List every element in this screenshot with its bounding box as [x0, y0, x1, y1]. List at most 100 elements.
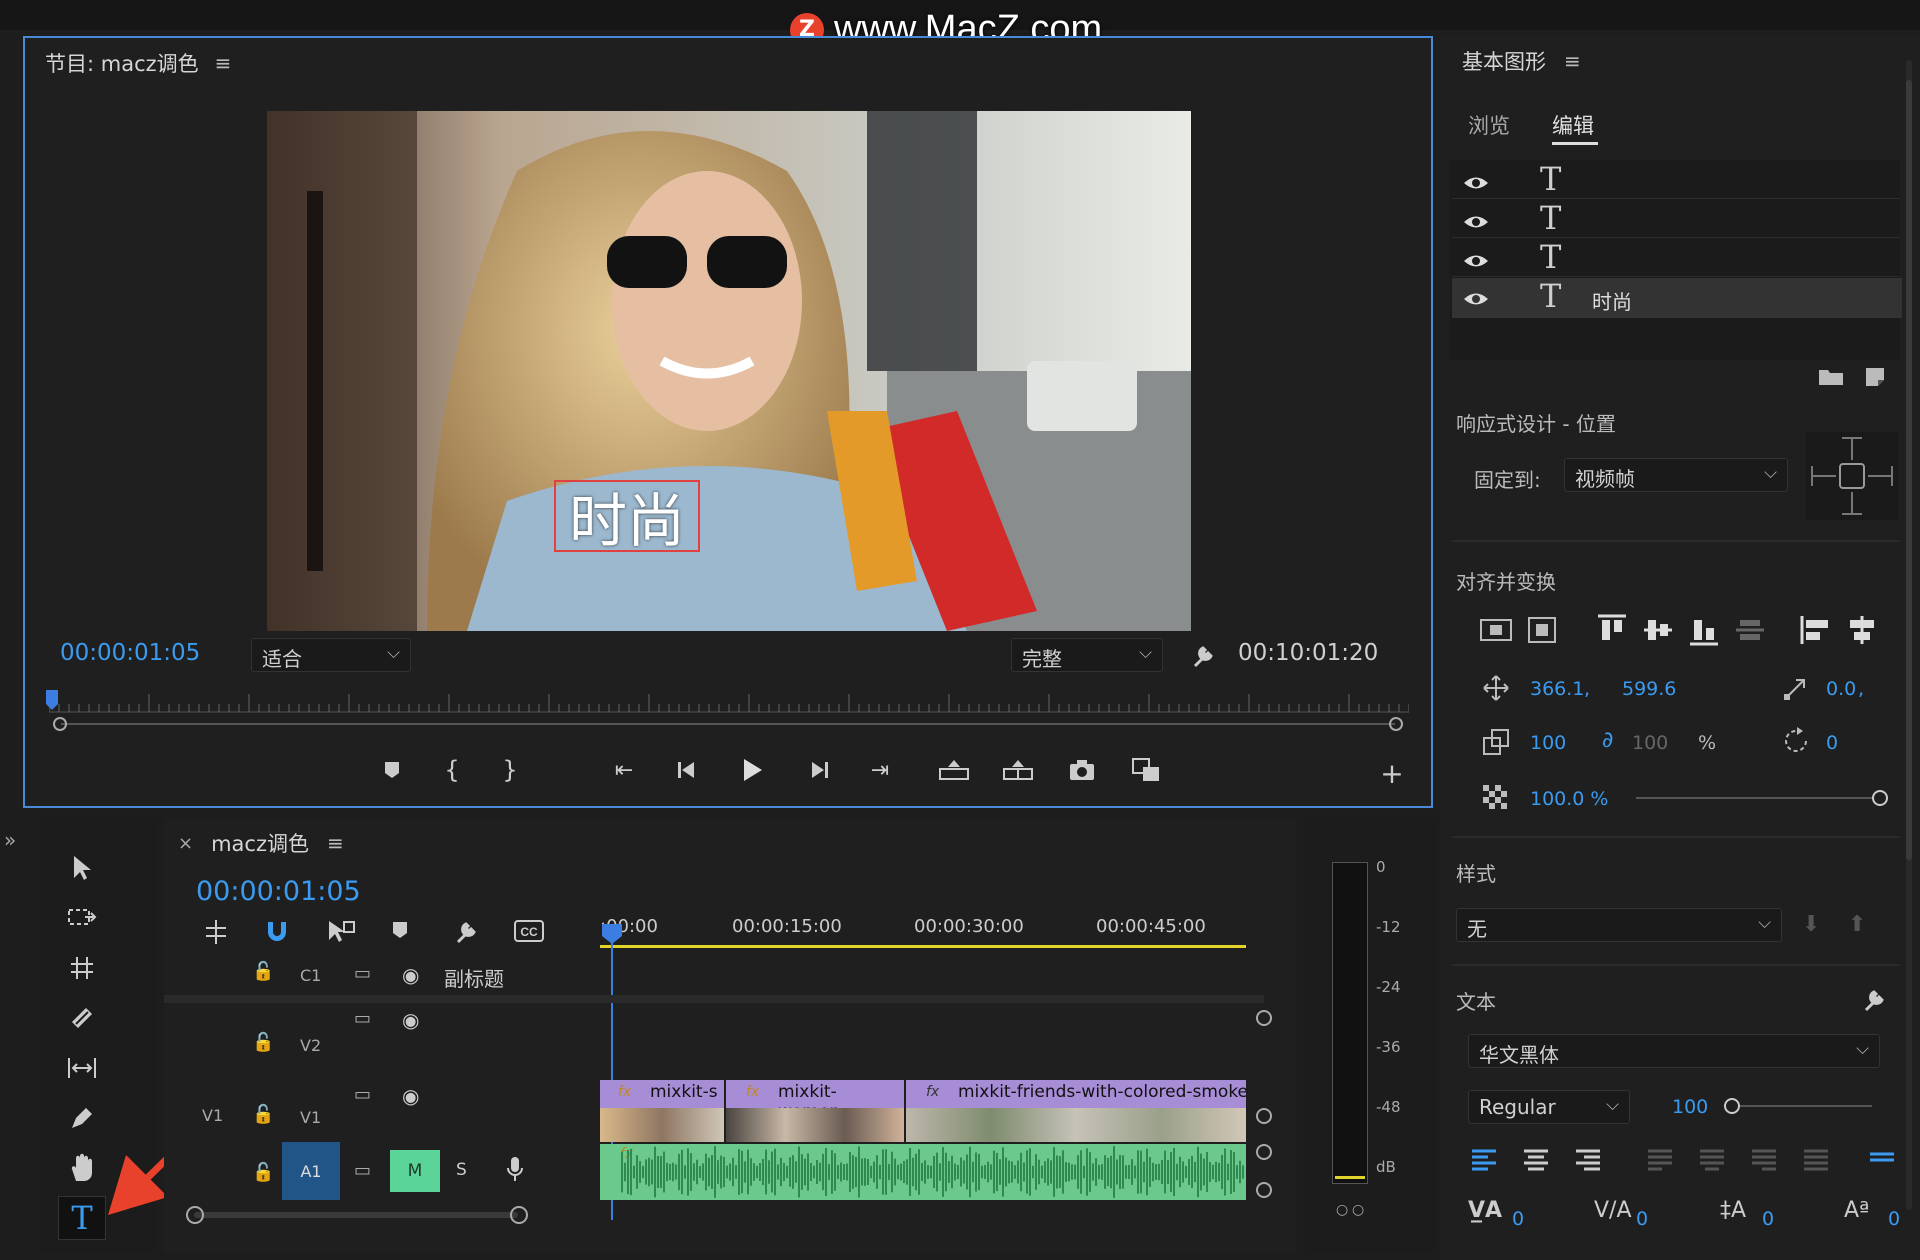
kerning-value[interactable]: 0: [1512, 1208, 1524, 1230]
microphone-icon[interactable]: [506, 1156, 524, 1182]
style-dropdown[interactable]: 无 ⌵: [1456, 908, 1782, 942]
align-bottom-icon[interactable]: [1686, 612, 1722, 648]
zoom-handle-right[interactable]: [1389, 717, 1403, 731]
position-x-value[interactable]: 366.1: [1530, 678, 1584, 700]
mark-in-icon[interactable]: {: [435, 753, 469, 787]
lock-icon[interactable]: 🔓: [252, 961, 274, 982]
program-current-timecode[interactable]: 00:00:01:05: [60, 640, 200, 666]
add-button-icon[interactable]: +: [1375, 756, 1409, 790]
text-settings-icon[interactable]: [1860, 986, 1888, 1014]
eye-icon[interactable]: [1462, 252, 1490, 270]
vertical-scroll-handle-a1-bottom[interactable]: [1256, 1182, 1272, 1198]
go-to-in-icon[interactable]: ⇤: [607, 753, 641, 787]
lift-icon[interactable]: [937, 753, 971, 787]
scroll-handle-right[interactable]: [510, 1206, 528, 1224]
align-horizontal-center-icon[interactable]: [1844, 612, 1880, 648]
video-clip[interactable]: fx mixkit-women-: [726, 1080, 904, 1142]
align-text-right-icon[interactable]: [1574, 1148, 1602, 1172]
vertical-scroll-handle-top[interactable]: [1256, 1010, 1272, 1026]
font-size-slider[interactable]: [1724, 1098, 1872, 1114]
justify-last-center-icon[interactable]: [1698, 1148, 1726, 1172]
linked-selection-icon[interactable]: [326, 918, 356, 946]
font-dropdown[interactable]: 华文黑体 ⌵: [1468, 1034, 1880, 1068]
eye-icon[interactable]: ◉: [402, 1008, 419, 1032]
close-icon[interactable]: ×: [178, 833, 193, 854]
opacity-slider[interactable]: [1636, 790, 1888, 806]
tracking-value[interactable]: 0: [1636, 1208, 1648, 1230]
justify-last-right-icon[interactable]: [1750, 1148, 1778, 1172]
play-icon[interactable]: [735, 753, 769, 787]
eye-icon[interactable]: [1462, 213, 1490, 231]
align-text-center-icon[interactable]: [1522, 1148, 1550, 1172]
lock-icon[interactable]: 🔓: [252, 1032, 274, 1053]
eg-scrollbar[interactable]: [1906, 60, 1912, 1210]
wrench-icon[interactable]: [1189, 642, 1217, 670]
video-clip[interactable]: fx mixkit-s: [600, 1080, 724, 1142]
timeline-settings-icon[interactable]: [452, 918, 480, 946]
scrub-ruler[interactable]: [49, 690, 1409, 714]
mark-out-icon[interactable]: }: [493, 753, 527, 787]
lock-icon[interactable]: 🔓: [252, 1162, 274, 1183]
rotation-value[interactable]: 0: [1826, 732, 1838, 754]
tab-browse[interactable]: 浏览: [1468, 110, 1510, 140]
eye-icon[interactable]: ◉: [402, 1084, 419, 1108]
link-scale-icon[interactable]: ∂: [1602, 728, 1613, 753]
voice-over-icon[interactable]: ▭: [354, 1160, 371, 1181]
horizontal-scrollbar[interactable]: [186, 1206, 1256, 1224]
mute-button[interactable]: M: [390, 1150, 440, 1192]
align-vertical-center-icon[interactable]: [1640, 612, 1676, 648]
vertical-scroll-handle-a1[interactable]: [1256, 1144, 1272, 1160]
leading-value[interactable]: 0: [1762, 1208, 1774, 1230]
timeline-panel[interactable]: × macz调色 ≡ 00:00:01:05 CC :00:00 00:00:1…: [164, 818, 1296, 1252]
scroll-thumb[interactable]: [194, 1212, 518, 1218]
opacity-slider-knob[interactable]: [1872, 790, 1888, 806]
work-area-bar[interactable]: [600, 945, 1246, 948]
sync-lock-icon[interactable]: ▭: [354, 1084, 371, 1105]
audio-clip[interactable]: fx: [600, 1144, 1246, 1200]
font-size-slider-knob[interactable]: [1724, 1098, 1740, 1114]
quality-dropdown[interactable]: 完整 ⌵: [1011, 638, 1163, 672]
add-marker-icon[interactable]: [375, 753, 409, 787]
solo-button[interactable]: S: [456, 1160, 467, 1180]
align-left-icon[interactable]: [1798, 612, 1834, 648]
align-to-video-icon[interactable]: [1524, 612, 1560, 648]
export-frame-icon[interactable]: [1065, 753, 1099, 787]
distribute-vertical-icon[interactable]: [1732, 612, 1768, 648]
sync-style-icon[interactable]: ⬆: [1848, 912, 1866, 937]
tab-edit[interactable]: 编辑: [1552, 110, 1594, 140]
go-to-out-icon[interactable]: ⇥: [863, 753, 897, 787]
eye-icon[interactable]: [1462, 290, 1490, 308]
justify-last-left-icon[interactable]: [1646, 1148, 1674, 1172]
step-back-icon[interactable]: [671, 753, 705, 787]
program-monitor-panel[interactable]: 节目: macz调色 ≡ 时尚 00:00:01:05 适合 ⌵ 完整 ⌵ 00…: [23, 36, 1433, 808]
snap-icon[interactable]: [264, 918, 290, 944]
lock-icon[interactable]: 🔓: [252, 1104, 274, 1125]
captions-icon[interactable]: CC: [514, 920, 544, 942]
timeline-timecode[interactable]: 00:00:01:05: [196, 876, 361, 907]
align-text-left-icon[interactable]: [1470, 1148, 1498, 1172]
justify-all-icon[interactable]: [1802, 1148, 1830, 1172]
step-forward-icon[interactable]: [801, 753, 835, 787]
font-style-dropdown[interactable]: Regular ⌵: [1468, 1090, 1630, 1124]
panel-menu-icon[interactable]: ≡: [1564, 49, 1581, 73]
scale-value[interactable]: 100: [1530, 732, 1566, 754]
align-to-selection-icon[interactable]: [1478, 612, 1514, 648]
anchor-value[interactable]: 0.0: [1826, 678, 1856, 700]
sync-lock-icon[interactable]: ▭: [354, 963, 371, 984]
align-top-icon[interactable]: [1594, 612, 1630, 648]
sync-lock-icon[interactable]: ▭: [354, 1008, 371, 1029]
opacity-value[interactable]: 100.0 %: [1530, 788, 1609, 810]
panel-menu-icon[interactable]: ≡: [327, 831, 344, 855]
panel-expand-icon[interactable]: »: [4, 828, 16, 852]
panel-menu-icon[interactable]: ≡: [215, 51, 232, 75]
pin-edges-widget[interactable]: [1806, 432, 1898, 520]
text-direction-icon[interactable]: [1868, 1148, 1896, 1172]
source-patch[interactable]: V1: [202, 1106, 223, 1125]
zoom-handle-left[interactable]: [53, 717, 67, 731]
solo-right-icon[interactable]: ○: [1352, 1202, 1364, 1218]
title-overlay-box[interactable]: 时尚: [554, 480, 700, 555]
fit-dropdown[interactable]: 适合 ⌵: [251, 638, 411, 672]
eye-icon[interactable]: [1462, 174, 1490, 192]
video-clip[interactable]: fx mixkit-friends-with-colored-smoke-b: [906, 1080, 1246, 1142]
vertical-scroll-handle-bottom[interactable]: [1256, 1108, 1272, 1124]
